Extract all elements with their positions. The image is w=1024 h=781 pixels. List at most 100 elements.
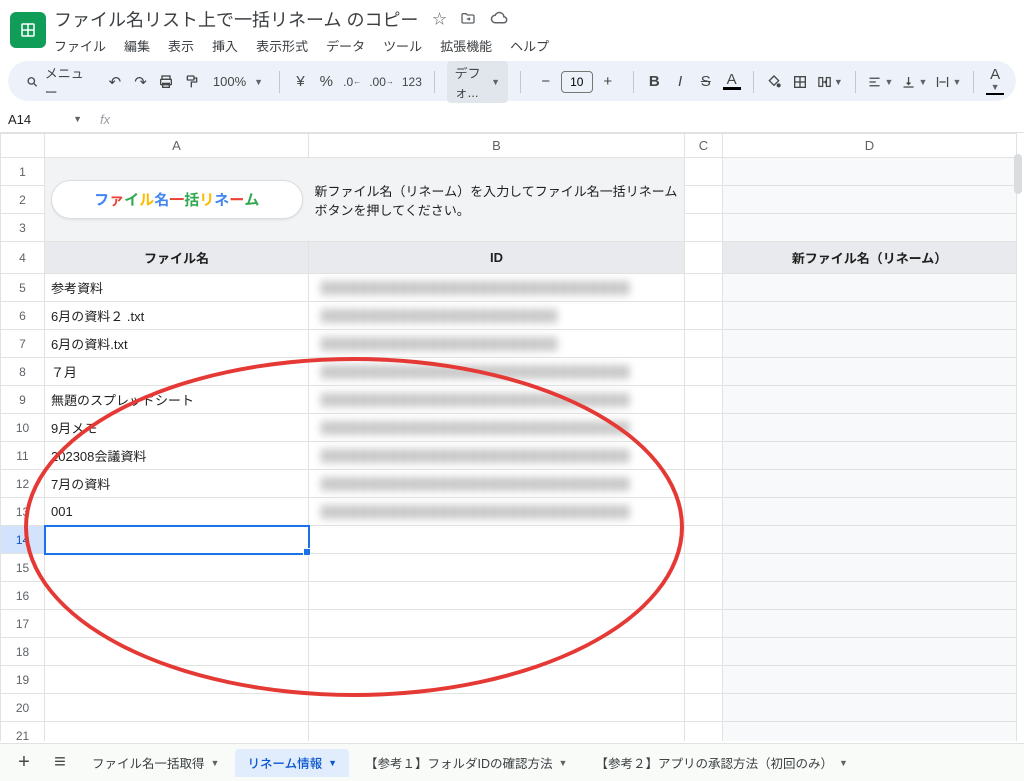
move-to-folder-icon[interactable]: [460, 11, 476, 27]
menu-format[interactable]: 表示形式: [256, 36, 308, 55]
file-name-cell[interactable]: 6月の資料.txt: [45, 330, 309, 358]
sheet-tab[interactable]: 【参考１】フォルダIDの確認方法▼: [353, 749, 579, 777]
paint-format-icon[interactable]: [183, 69, 201, 95]
blurred-id: blurred: [321, 477, 630, 491]
more-formats-icon[interactable]: 123: [402, 69, 422, 95]
text-wrap-icon[interactable]: ▼: [935, 69, 961, 95]
row-header[interactable]: 12: [1, 470, 45, 498]
sheet-tab[interactable]: リネーム情報▼: [235, 749, 349, 777]
menu-extensions[interactable]: 拡張機能: [440, 36, 492, 55]
percent-icon[interactable]: %: [317, 69, 335, 95]
undo-icon[interactable]: ↶: [106, 69, 124, 95]
file-name-cell[interactable]: 参考資料: [45, 274, 309, 302]
rename-button[interactable]: ファイル名一括リネーム: [51, 180, 303, 219]
print-icon[interactable]: [157, 69, 175, 95]
name-box[interactable]: A14▼: [0, 106, 90, 132]
file-name-cell[interactable]: 9月メモ: [45, 414, 309, 442]
row-header[interactable]: 7: [1, 330, 45, 358]
row-header[interactable]: 16: [1, 582, 45, 610]
file-name-cell[interactable]: 7月の資料: [45, 470, 309, 498]
add-sheet-button[interactable]: +: [8, 748, 40, 778]
row-header[interactable]: 15: [1, 554, 45, 582]
new-name-cell[interactable]: [723, 302, 1017, 330]
row-header[interactable]: 19: [1, 666, 45, 694]
redo-icon[interactable]: ↷: [132, 69, 150, 95]
menu-insert[interactable]: 挿入: [212, 36, 238, 55]
row-header[interactable]: 18: [1, 638, 45, 666]
font-family-dropdown[interactable]: デフォ...▼: [447, 61, 508, 103]
new-name-cell[interactable]: [723, 498, 1017, 526]
increase-decimal-icon[interactable]: .00→: [369, 69, 394, 95]
row-header[interactable]: 13: [1, 498, 45, 526]
fill-color-icon[interactable]: [765, 69, 783, 95]
sheet-tab[interactable]: 【参考２】アプリの承認方法（初回のみ）▼: [583, 749, 859, 777]
col-header-b[interactable]: B: [309, 134, 685, 158]
blurred-id: blurred: [321, 365, 630, 379]
blurred-id: blurred: [321, 505, 630, 519]
new-name-cell[interactable]: [723, 526, 1017, 554]
currency-yen-icon[interactable]: ¥: [292, 69, 310, 95]
bold-icon[interactable]: B: [645, 69, 663, 95]
row-header[interactable]: 17: [1, 610, 45, 638]
font-size-input[interactable]: 10: [561, 71, 593, 93]
all-sheets-button[interactable]: ≡: [44, 748, 76, 778]
star-icon[interactable]: ☆: [432, 9, 446, 29]
sheet-tab[interactable]: ファイル名一括取得▼: [80, 749, 231, 777]
row-header[interactable]: 9: [1, 386, 45, 414]
row-header[interactable]: 8: [1, 358, 45, 386]
text-color-2-icon[interactable]: A▼: [986, 69, 1004, 95]
side-panel[interactable]: [1012, 150, 1024, 198]
new-name-cell[interactable]: [723, 442, 1017, 470]
row-header[interactable]: 14: [1, 526, 45, 554]
borders-icon[interactable]: [791, 69, 809, 95]
new-name-cell[interactable]: [723, 414, 1017, 442]
row-header[interactable]: 4: [1, 242, 45, 274]
menu-tools[interactable]: ツール: [383, 36, 422, 55]
blurred-id: blurred: [321, 337, 557, 351]
row-header[interactable]: 21: [1, 722, 45, 742]
new-name-cell[interactable]: [723, 470, 1017, 498]
menu-file[interactable]: ファイル: [54, 36, 106, 55]
menu-edit[interactable]: 編集: [124, 36, 150, 55]
text-color-icon[interactable]: A: [723, 69, 741, 95]
cloud-saved-icon[interactable]: [490, 10, 508, 28]
row-header[interactable]: 5: [1, 274, 45, 302]
active-cell[interactable]: [45, 526, 309, 554]
italic-icon[interactable]: I: [671, 69, 689, 95]
decrease-decimal-icon[interactable]: .0←: [343, 69, 361, 95]
row-header[interactable]: 10: [1, 414, 45, 442]
file-name-cell[interactable]: 無題のスプレッドシート: [45, 386, 309, 414]
new-name-cell[interactable]: [723, 274, 1017, 302]
document-title[interactable]: ファイル名リスト上で一括リネーム のコピー: [54, 6, 418, 32]
col-header-a[interactable]: A: [45, 134, 309, 158]
merge-cells-icon[interactable]: ▼: [817, 69, 843, 95]
new-name-cell[interactable]: [723, 330, 1017, 358]
fx-icon: fx: [90, 112, 120, 127]
row-header[interactable]: 3: [1, 214, 45, 242]
menu-data[interactable]: データ: [326, 36, 365, 55]
select-all-corner[interactable]: [1, 134, 45, 158]
row-header[interactable]: 1: [1, 158, 45, 186]
menu-help[interactable]: ヘルプ: [510, 36, 549, 55]
file-name-cell[interactable]: ７月: [45, 358, 309, 386]
col-header-c[interactable]: C: [685, 134, 723, 158]
vertical-align-icon[interactable]: ▼: [901, 69, 927, 95]
row-header[interactable]: 6: [1, 302, 45, 330]
row-header[interactable]: 20: [1, 694, 45, 722]
spreadsheet-grid[interactable]: A B C D 1 ファイル名一括リネーム 新ファイル名（リネーム）を入力してフ…: [0, 133, 1024, 741]
horizontal-align-icon[interactable]: ▼: [867, 69, 893, 95]
font-size-increase[interactable]: +: [595, 69, 621, 95]
menu-view[interactable]: 表示: [168, 36, 194, 55]
file-name-cell[interactable]: 001: [45, 498, 309, 526]
zoom-dropdown[interactable]: 100%▼: [209, 74, 267, 89]
row-header[interactable]: 11: [1, 442, 45, 470]
menu-search[interactable]: メニュー: [20, 69, 98, 95]
font-size-decrease[interactable]: −: [533, 69, 559, 95]
col-header-d[interactable]: D: [723, 134, 1017, 158]
file-name-cell[interactable]: 202308会議資料: [45, 442, 309, 470]
new-name-cell[interactable]: [723, 386, 1017, 414]
row-header[interactable]: 2: [1, 186, 45, 214]
file-name-cell[interactable]: 6月の資料２ .txt: [45, 302, 309, 330]
strikethrough-icon[interactable]: S: [697, 69, 715, 95]
new-name-cell[interactable]: [723, 358, 1017, 386]
